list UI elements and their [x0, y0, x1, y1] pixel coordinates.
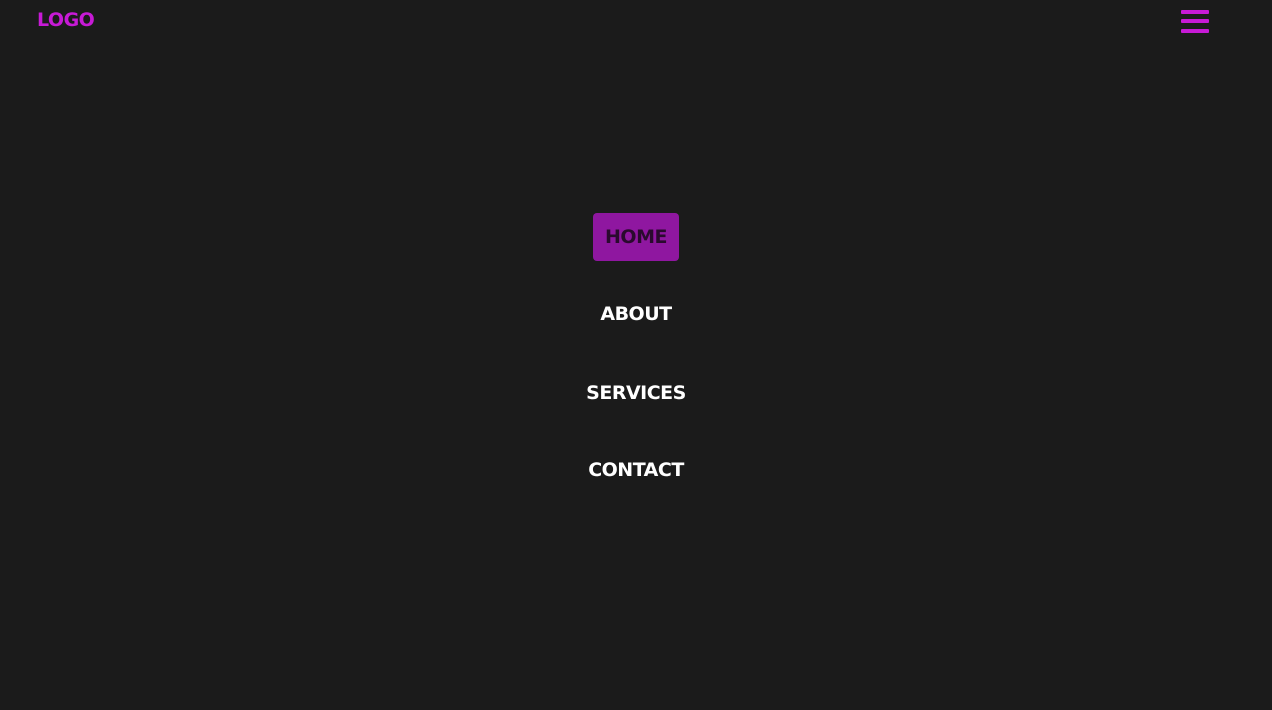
- menu-bar-top: [1181, 10, 1209, 14]
- nav-link-services[interactable]: SERVICES: [574, 369, 698, 417]
- nav-item-about: ABOUT: [0, 290, 1272, 338]
- nav-link-contact[interactable]: CONTACT: [576, 446, 696, 494]
- menu-bar-bottom: [1181, 29, 1209, 33]
- nav-item-services: SERVICES: [0, 369, 1272, 417]
- logo[interactable]: LOGO: [37, 8, 95, 32]
- top-bar: LOGO: [0, 0, 1272, 44]
- menu-bar-middle: [1181, 19, 1209, 23]
- nav-link-home[interactable]: HOME: [593, 213, 679, 261]
- main-navigation: HOME ABOUT SERVICES CONTACT: [0, 0, 1272, 710]
- nav-item-home: HOME: [0, 213, 1272, 261]
- nav-link-about[interactable]: ABOUT: [588, 290, 683, 338]
- nav-item-contact: CONTACT: [0, 446, 1272, 494]
- hamburger-menu-icon[interactable]: [1180, 9, 1210, 36]
